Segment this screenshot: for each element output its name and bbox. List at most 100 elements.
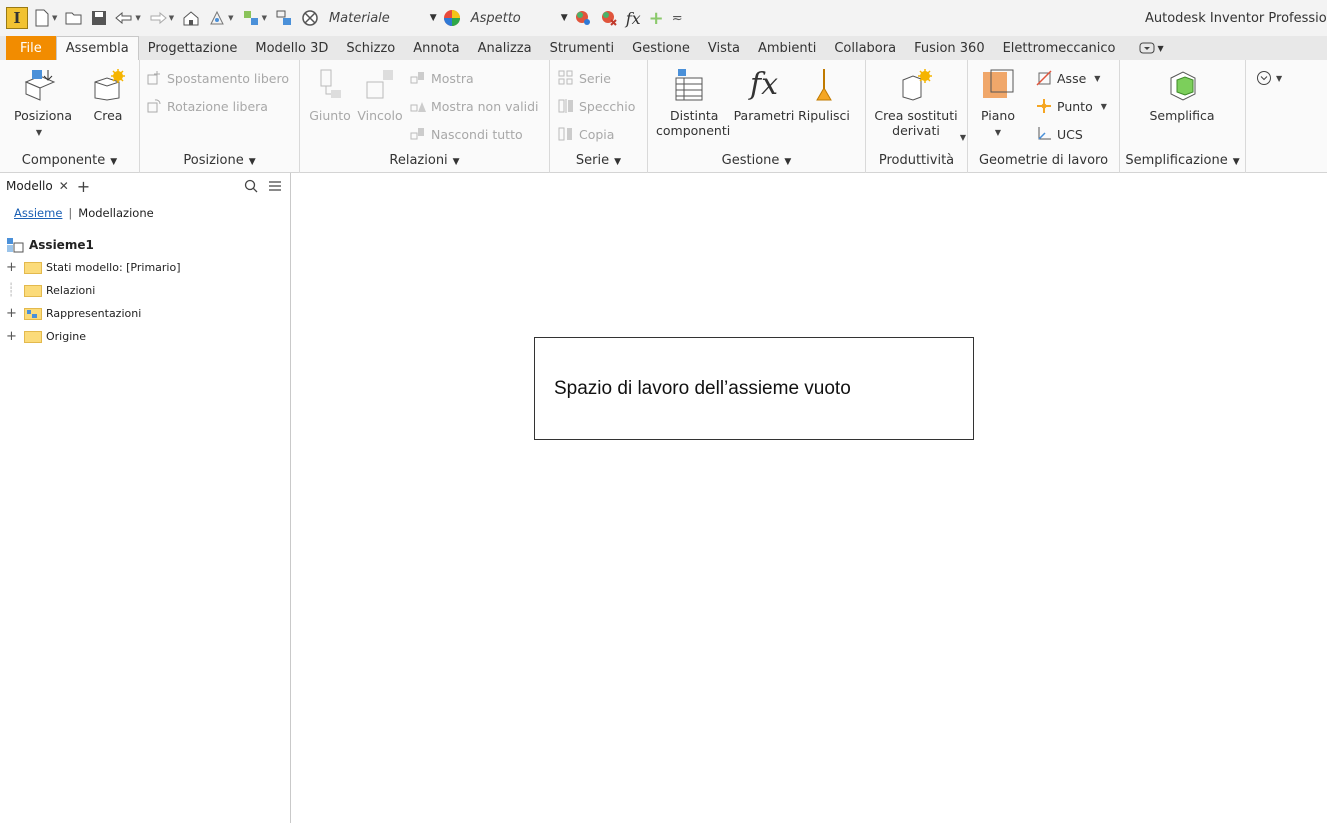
tab-ambienti[interactable]: Ambienti xyxy=(749,36,825,60)
tab-schizzo[interactable]: Schizzo xyxy=(337,36,404,60)
tab-assembla[interactable]: Assembla xyxy=(55,36,139,60)
panel-relazioni: Giunto Vincolo Mostra Mostra non validi … xyxy=(300,60,550,173)
update-icon[interactable]: ▼ xyxy=(206,6,235,30)
adjust-appearance-icon[interactable] xyxy=(572,6,594,30)
clear-appearance-icon[interactable] xyxy=(299,6,321,30)
distinta-componenti-button[interactable]: Distinta componenti xyxy=(652,68,730,138)
fx-icon[interactable]: fx xyxy=(624,6,643,30)
nascondi-tutto-button[interactable]: Nascondi tutto xyxy=(410,126,523,142)
tab-strumenti[interactable]: Strumenti xyxy=(541,36,624,60)
tree-root-assieme1[interactable]: Assieme1 xyxy=(6,233,290,256)
color-wheel-icon[interactable] xyxy=(441,6,463,30)
parametri-button[interactable]: fx Parametri xyxy=(732,68,796,124)
hide-all-icon xyxy=(410,128,424,140)
simplify-icon xyxy=(1170,71,1196,101)
expand-icon[interactable]: + xyxy=(6,329,17,344)
material-label: Materiale xyxy=(328,10,390,26)
ucs-icon xyxy=(1038,127,1051,140)
specchio-button[interactable]: Specchio xyxy=(558,98,635,114)
posiziona-button[interactable]: Posiziona ▼ xyxy=(14,68,72,140)
expand-icon[interactable]: + xyxy=(6,306,17,321)
panel-title-relazioni[interactable]: Relazioni ▼ xyxy=(300,153,549,171)
expand-icon[interactable]: + xyxy=(6,260,17,275)
tree-connector: ┊ xyxy=(7,283,15,298)
tree-item-origine[interactable]: + Origine xyxy=(6,325,290,348)
ripulisci-button[interactable]: Ripulisci xyxy=(794,68,854,123)
tree-item-relazioni[interactable]: ┊ Relazioni xyxy=(6,279,290,302)
panel-title-semplificazione[interactable]: Semplificazione ▼ xyxy=(1120,153,1245,171)
workspace-annotation-text: Spazio di lavoro dell’assieme vuoto xyxy=(554,377,851,399)
tree-item-stati-modello[interactable]: + Stati modello: [Primario] xyxy=(6,256,290,279)
copia-button[interactable]: Copia xyxy=(558,126,614,142)
panel-title-serie[interactable]: Serie ▼ xyxy=(550,153,647,171)
tab-fusion-360[interactable]: Fusion 360 xyxy=(905,36,994,60)
open-icon[interactable] xyxy=(63,6,85,30)
save-icon[interactable] xyxy=(89,6,109,30)
chevron-down-icon: ▼ xyxy=(560,13,568,23)
close-icon[interactable]: ✕ xyxy=(59,179,69,193)
subtab-modellazione[interactable]: Modellazione xyxy=(78,206,153,220)
mostra-non-validi-button[interactable]: Mostra non validi xyxy=(410,98,539,114)
punto-button[interactable]: Punto ▼ xyxy=(1036,98,1107,114)
circle-chevron-icon xyxy=(1257,71,1271,85)
browser-tab-modello[interactable]: Modello xyxy=(6,179,53,193)
chevron-down-icon: ▼ xyxy=(1232,157,1240,167)
chevron-down-icon: ▼ xyxy=(994,128,1002,137)
giunto-button[interactable]: Giunto xyxy=(304,68,356,123)
select-icon[interactable]: ▼ xyxy=(240,6,269,30)
graphics-window[interactable] xyxy=(292,173,1327,823)
tab-file[interactable]: File xyxy=(6,36,56,60)
ribbon-options-icon[interactable]: ▼ xyxy=(1125,36,1173,60)
customize-icon[interactable]: ≂ xyxy=(670,6,685,30)
tab-progettazione[interactable]: Progettazione xyxy=(139,36,247,60)
tab-modello-3d[interactable]: Modello 3D xyxy=(246,36,337,60)
undo-icon[interactable]: ▼ xyxy=(113,6,142,30)
specchio-label: Specchio xyxy=(579,98,636,114)
new-icon[interactable]: ▼ xyxy=(32,6,59,30)
chevron-down-icon: ▼ xyxy=(429,13,437,23)
panel-title-gestione[interactable]: Gestione ▼ xyxy=(648,153,865,171)
clear-override-icon[interactable] xyxy=(598,6,620,30)
panel-title-posizione[interactable]: Posizione ▼ xyxy=(140,153,299,171)
place-component-icon xyxy=(24,70,56,101)
panel-title-componente[interactable]: Componente ▼ xyxy=(0,153,139,171)
material-select[interactable]: Materiale ▼ xyxy=(329,11,437,26)
tab-annota[interactable]: Annota xyxy=(404,36,468,60)
tab-elettromeccanico[interactable]: Elettromeccanico xyxy=(994,36,1125,60)
model-tree: Assieme1 + Stati modello: [Primario] ┊ R… xyxy=(0,233,290,348)
vincolo-button[interactable]: Vincolo xyxy=(354,68,406,123)
subtab-separator: | xyxy=(68,206,73,220)
mirror-icon xyxy=(558,99,573,113)
ribbon-more-button[interactable]: ▼ xyxy=(1256,70,1282,86)
crea-sostituti-derivati-button[interactable]: Crea sostituti derivati ▼ xyxy=(870,68,966,142)
add-tab-icon[interactable]: + xyxy=(77,177,90,196)
mostra-button[interactable]: Mostra xyxy=(410,70,474,86)
redo-icon[interactable]: ▼ xyxy=(147,6,176,30)
asse-button[interactable]: Asse ▼ xyxy=(1036,70,1100,86)
panel-title-text: Semplificazione xyxy=(1125,153,1228,168)
ucs-button[interactable]: UCS xyxy=(1036,126,1083,142)
spostamento-libero-button[interactable]: Spostamento libero xyxy=(146,70,289,86)
appearance-select[interactable]: Aspetto ▼ xyxy=(471,11,568,26)
inventor-logo[interactable]: I xyxy=(6,7,28,29)
tree-item-rappresentazioni[interactable]: + Rappresentazioni xyxy=(6,302,290,325)
ribbon-tabs: File Assembla Progettazione Modello 3D S… xyxy=(0,36,1327,60)
chevron-down-icon: ▼ xyxy=(1100,101,1107,111)
piano-button[interactable]: Piano ▼ xyxy=(976,68,1020,140)
home-icon[interactable] xyxy=(180,6,202,30)
panel-title-text: Produttività xyxy=(878,153,955,168)
crea-button[interactable]: Crea xyxy=(86,68,130,123)
tab-collabora[interactable]: Collabora xyxy=(825,36,905,60)
tab-gestione[interactable]: Gestione xyxy=(623,36,699,60)
menu-icon[interactable] xyxy=(268,179,282,193)
tab-vista[interactable]: Vista xyxy=(699,36,749,60)
panel-title-text: Posizione xyxy=(183,153,244,168)
search-icon[interactable] xyxy=(244,179,258,193)
subtab-assieme[interactable]: Assieme xyxy=(14,206,62,220)
rotazione-libera-button[interactable]: Rotazione libera xyxy=(146,98,268,114)
plus-icon[interactable]: + xyxy=(647,6,666,30)
tab-analizza[interactable]: Analizza xyxy=(469,36,541,60)
serie-button[interactable]: Serie xyxy=(558,70,611,86)
semplifica-button[interactable]: Semplifica xyxy=(1132,68,1232,123)
snapshot-icon[interactable] xyxy=(273,6,295,30)
